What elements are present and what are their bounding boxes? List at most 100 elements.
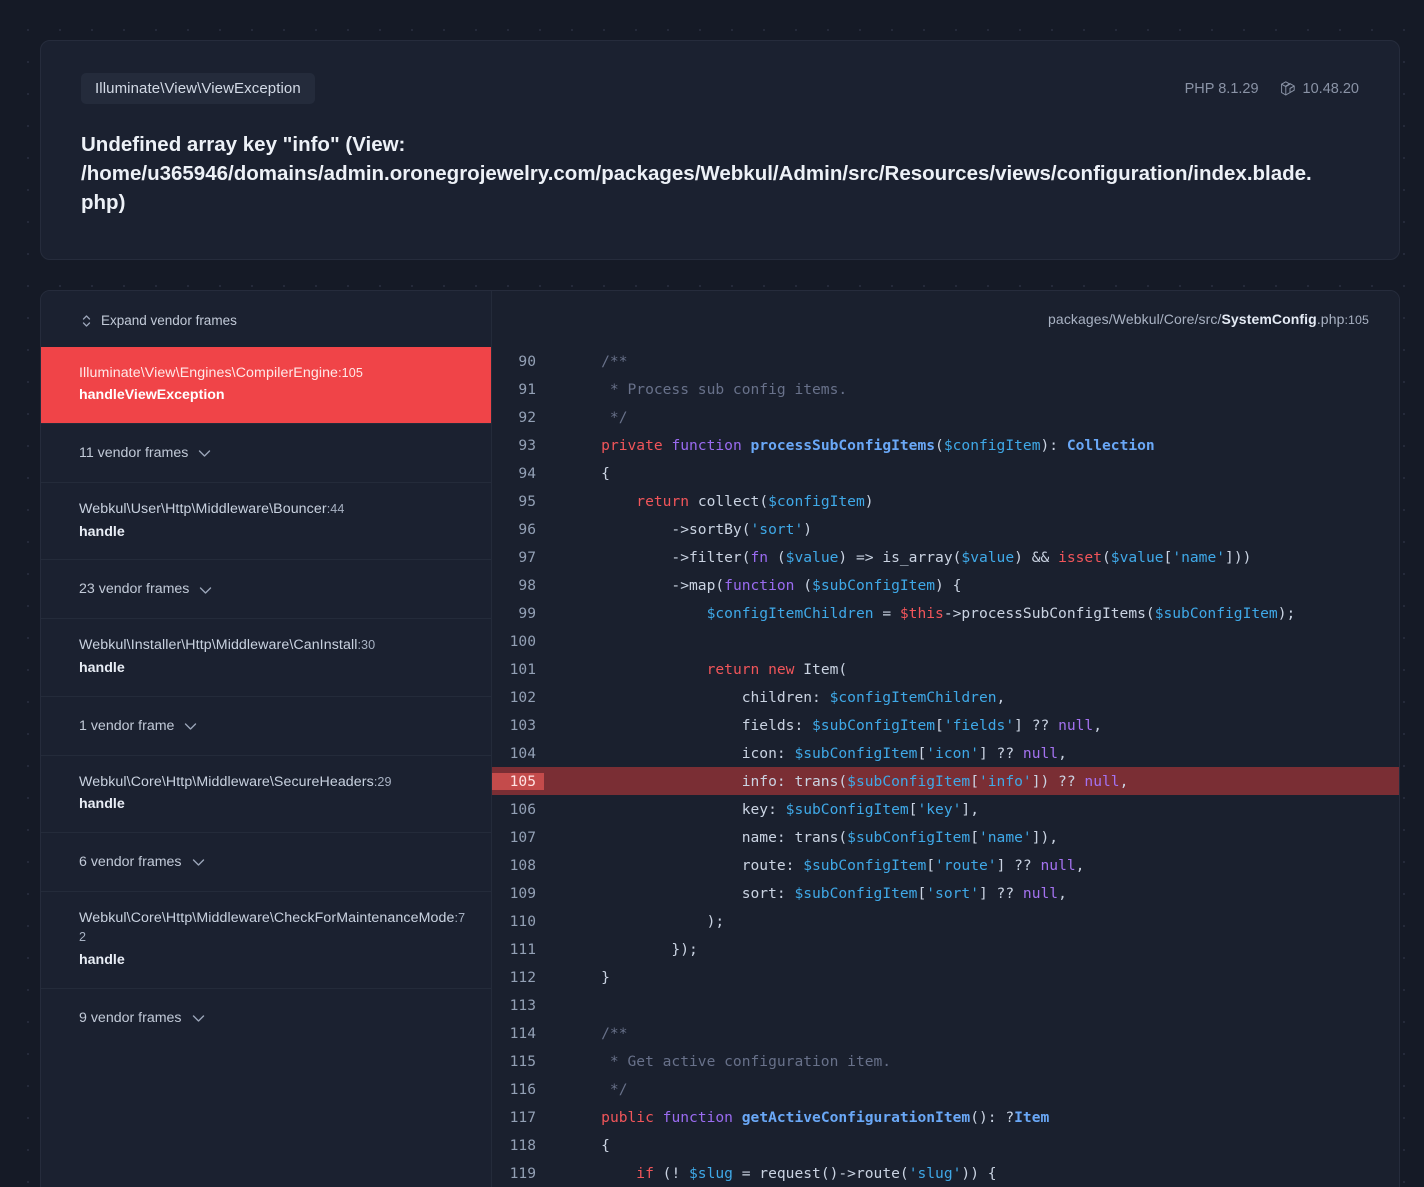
code-line: 98 ->map(function ($subConfigItem) { [492, 571, 1399, 599]
code-line-number: 118 [509, 1136, 536, 1154]
header-top-row: Illuminate\View\ViewException PHP 8.1.29… [81, 73, 1359, 104]
stack-frame-item[interactable]: Webkul\Core\Http\Middleware\CheckForMain… [41, 890, 491, 988]
code-line-source: } [566, 968, 610, 986]
code-line-source: { [566, 464, 610, 482]
code-line: 102 children: $configItemChildren, [492, 683, 1399, 711]
vendor-frames-label: 6 vendor frames [79, 853, 205, 873]
code-line-number: 94 [518, 464, 536, 482]
code-line-number: 100 [509, 632, 536, 650]
stack-frame-method: handleViewException [79, 387, 225, 404]
code-line: 113 [492, 991, 1399, 1019]
stack-frame-item[interactable]: Webkul\Core\Http\Middleware\SecureHeader… [41, 754, 491, 832]
code-line-source: key: $subConfigItem['key'], [566, 800, 979, 818]
stack-frame-item[interactable]: Illuminate\View\Engines\CompilerEngine:1… [41, 346, 491, 424]
code-line: 109 sort: $subConfigItem['sort'] ?? null… [492, 879, 1399, 907]
vendor-frames-toggle[interactable]: 6 vendor frames [41, 831, 491, 891]
vendor-frames-label: 9 vendor frames [79, 1009, 205, 1029]
code-line: 106 key: $subConfigItem['key'], [492, 795, 1399, 823]
stack-frame-line: :72 [79, 910, 466, 945]
frames-sidebar: Expand vendor frames Illuminate\View\Eng… [41, 291, 492, 1187]
vendor-frames-label: 23 vendor frames [79, 580, 212, 600]
exception-message: Undefined array key "info" (View: /home/… [81, 133, 1312, 215]
code-line-number: 112 [509, 968, 536, 986]
code-line-number: 90 [518, 352, 536, 370]
code-line-number: 97 [518, 548, 536, 566]
code-line-number: 107 [509, 828, 536, 846]
code-path-filename: SystemConfig [1221, 311, 1317, 328]
code-line-source: $configItemChildren = $this->processSubC… [706, 604, 1296, 622]
runtime-versions: PHP 8.1.29 10.48.20 [1185, 73, 1359, 97]
vendor-frames-toggle[interactable]: 9 vendor frames [41, 987, 491, 1047]
expand-vendor-frames-label: Expand vendor frames [101, 313, 237, 329]
code-line-source: { [566, 1136, 610, 1154]
code-line-number: 108 [509, 856, 536, 874]
exception-header-card: Illuminate\View\ViewException PHP 8.1.29… [40, 40, 1400, 261]
code-line: 103 fields: $subConfigItem['fields'] ?? … [492, 711, 1399, 739]
code-line: 94 { [492, 459, 1399, 487]
code-line-source: public function getActiveConfigurationIt… [601, 1108, 1050, 1126]
code-line-source: private function processSubConfigItems($… [601, 436, 1155, 454]
stack-frame-line: :44 [326, 502, 345, 517]
stack-frame-method: handle [79, 952, 125, 969]
code-line-number: 117 [509, 1108, 536, 1126]
code-lines: 90 /** 91 * Process sub config items. 92 *… [492, 347, 1399, 1187]
vendor-frames-toggle[interactable]: 11 vendor frames [41, 423, 491, 482]
code-line-source: ); [566, 912, 725, 930]
code-line: 111 }); [492, 935, 1399, 963]
code-line-number: 102 [509, 688, 536, 706]
code-file-path: packages/Webkul/Core/src/SystemConfig.ph… [492, 291, 1399, 327]
vendor-frames-toggle[interactable]: 1 vendor frame [41, 695, 491, 755]
chevron-down-icon [192, 1014, 205, 1023]
stack-frame-item[interactable]: Webkul\User\Http\Middleware\Bouncer:44 ha… [41, 482, 491, 559]
chevron-down-icon [192, 858, 205, 867]
code-line: 115 * Get active configuration item. [492, 1047, 1399, 1075]
stack-frame-class: Webkul\Installer\Http\Middleware\CanInst… [79, 637, 376, 654]
vendor-frames-label: 1 vendor frame [79, 717, 197, 737]
code-line-number: 116 [509, 1080, 536, 1098]
stack-frame-line: :30 [357, 638, 376, 653]
code-line-number: 101 [509, 660, 536, 678]
code-line-source: children: $configItemChildren, [566, 688, 1006, 706]
stack-frame-line: :105 [338, 365, 363, 380]
code-line-source: /** [566, 352, 628, 370]
exception-class-badge: Illuminate\View\ViewException [81, 73, 315, 104]
code-line-number: 105 [492, 772, 544, 790]
frames-toolbar: Expand vendor frames [41, 291, 491, 347]
code-line-source: */ [566, 408, 628, 426]
laravel-version: 10.48.20 [1280, 81, 1359, 97]
code-line-source: if (! $slug = request()->route('slug')) … [636, 1164, 997, 1182]
code-line: 105 info: trans($subConfigItem['info']) … [492, 767, 1399, 796]
code-line: 90 /** [492, 347, 1399, 375]
code-line-number: 95 [518, 492, 536, 510]
code-line-source: ->filter(fn ($value) => is_array($value)… [566, 548, 1252, 566]
code-line: 97 ->filter(fn ($value) => is_array($val… [492, 543, 1399, 571]
stack-frame-method: handle [79, 659, 125, 676]
code-line: 93 private function processSubConfigItem… [492, 431, 1399, 459]
code-line-source: info: trans($subConfigItem['info']) ?? n… [566, 772, 1129, 790]
stack-frame-method: handle [79, 523, 125, 540]
code-line: 108 route: $subConfigItem['route'] ?? nu… [492, 851, 1399, 879]
code-line: 99 $configItemChildren = $this->processS… [492, 599, 1399, 627]
stack-frame-method: handle [79, 796, 125, 813]
expand-vendor-frames-button[interactable]: Expand vendor frames [79, 309, 239, 332]
code-line-number: 110 [509, 912, 536, 930]
stack-frame-item[interactable]: Webkul\Installer\Http\Middleware\CanInst… [41, 618, 491, 695]
stack-frame-class: Webkul\Core\Http\Middleware\CheckForMain… [79, 909, 466, 945]
code-line: 119 if (! $slug = request()->route('slug… [492, 1159, 1399, 1187]
code-line-source: ->sortBy('sort') [566, 520, 813, 538]
code-line-number: 91 [518, 380, 536, 398]
code-line-source: }); [566, 940, 698, 958]
stack-frame-line: :29 [373, 774, 392, 789]
code-line: 107 name: trans($subConfigItem['name']), [492, 823, 1399, 851]
frames-list: Illuminate\View\Engines\CompilerEngine:1… [41, 346, 491, 1047]
code-line-number: 114 [509, 1024, 536, 1042]
vendor-frames-toggle[interactable]: 23 vendor frames [41, 559, 491, 618]
stack-frame-class: Webkul\User\Http\Middleware\Bouncer:44 [79, 501, 345, 518]
code-line: 95 return collect($configItem) [492, 487, 1399, 515]
chevron-down-icon [198, 449, 211, 458]
code-line: 101 return new Item( [492, 655, 1399, 683]
code-line: 112 } [492, 963, 1399, 991]
code-line-source: ->map(function ($subConfigItem) { [566, 576, 962, 594]
code-line-number: 93 [518, 436, 536, 454]
code-line-source: */ [566, 1080, 628, 1098]
